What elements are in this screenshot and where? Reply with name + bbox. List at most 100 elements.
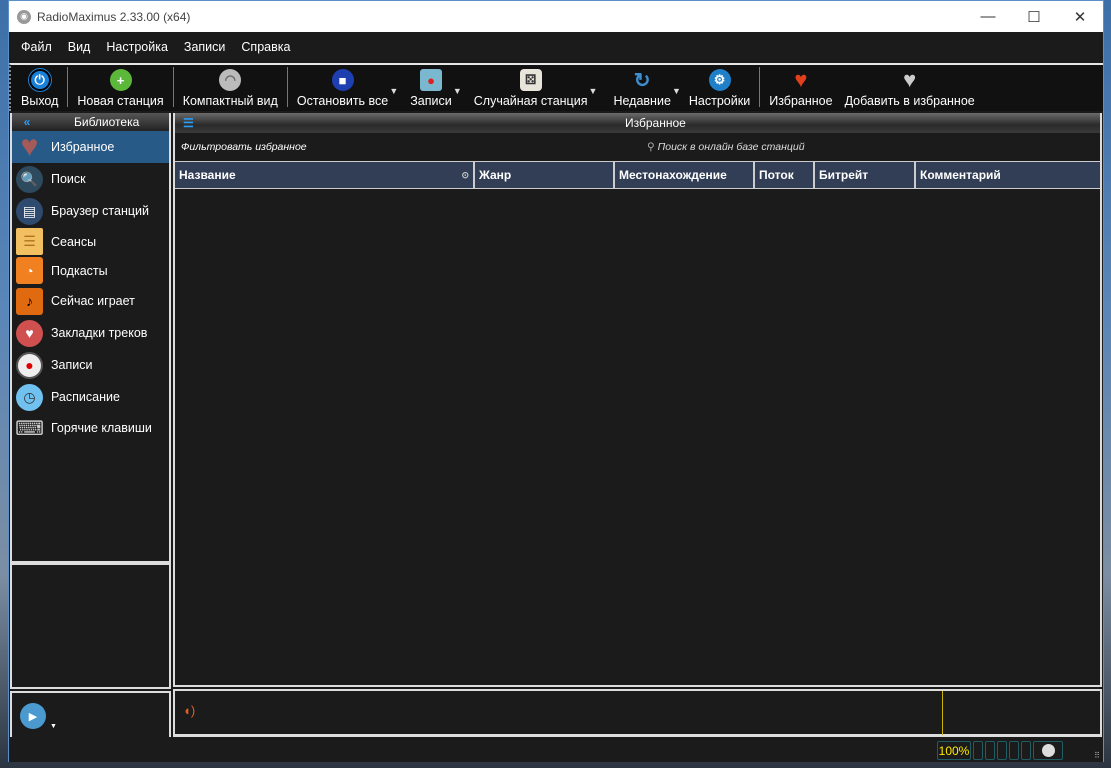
online-search-link[interactable]: ⚲ Поиск в онлайн базе станций [647,141,805,153]
volume-meter[interactable]: 100% [937,741,1063,760]
sidebar-item-schedule[interactable]: ◷ Расписание [12,381,169,413]
dropdown-arrow-icon[interactable]: ▼ [589,86,598,96]
column-label: Название [179,168,236,182]
favorites-label: Избранное [769,94,833,108]
settings-label: Настройки [688,94,751,108]
favorites-button[interactable]: ♥ Избранное [763,67,838,111]
column-header-location[interactable]: Местонахождение [615,162,755,188]
search-icon: 🔍 [16,165,43,193]
column-header-genre[interactable]: Жанр [475,162,615,188]
separator [286,67,288,107]
resize-grip-icon[interactable]: ⠿ [1094,751,1100,760]
menu-file[interactable]: Файл [13,40,60,54]
menu-help[interactable]: Справка [233,40,298,54]
new-station-button[interactable]: + Новая станция [71,69,169,111]
menu-records[interactable]: Записи [176,40,234,54]
sidebar-item-sessions[interactable]: ☰ Сеансы [12,227,169,256]
search-icon: ⚲ [647,141,655,153]
refresh-icon: ↻ [633,69,651,92]
stop-all-button[interactable]: ■ Остановить все ▼ [291,69,398,111]
compact-view-button[interactable]: ◠ Компактный вид [177,69,284,111]
compact-view-label: Компактный вид [182,94,278,108]
sidebar-item-station-browser[interactable]: ▤ Браузер станций [12,195,169,227]
equalizer-icon[interactable] [1033,741,1063,760]
menu-settings[interactable]: Настройка [98,40,176,54]
online-search-label: Поиск в онлайн базе станций [657,141,805,153]
sort-icon[interactable]: ⊙ [461,170,469,181]
sidebar-item-label: Избранное [51,140,115,154]
stop-icon: ■ [331,69,354,91]
sidebar-item-track-bookmarks[interactable]: ♥ Закладки треков [12,317,169,349]
favorites-panel: ☰ Избранное Фильтровать избранное ⚲ Поиск… [173,113,1102,687]
records-label: Записи [410,94,452,108]
volume-segment [1009,741,1019,760]
hamburger-menu-icon[interactable]: ☰ [183,116,194,130]
record-icon: ● [16,351,43,379]
column-header-comment[interactable]: Комментарий [916,162,1100,188]
dropdown-arrow-icon[interactable]: ▼ [50,723,57,730]
separator [67,67,69,107]
sidebar-item-podcasts[interactable]: ◔ Подкасты [12,256,169,285]
settings-button[interactable]: ⚙ Настройки [683,69,756,111]
dropdown-arrow-icon[interactable]: ▼ [672,86,681,96]
sidebar-item-favorites[interactable]: ♥ Избранное [12,130,169,163]
record-icon: ● [420,69,442,91]
keyboard-icon: ⌨ [15,417,44,440]
recent-button[interactable]: ↻ Недавние ▼ [607,69,680,111]
separator [759,67,761,107]
library-secondary-panel [10,563,171,689]
library-title: Библиотека [74,115,140,129]
column-header-stream[interactable]: Поток [755,162,815,188]
column-header-name[interactable]: Название ⊙ [175,162,475,188]
sidebar-item-hotkeys[interactable]: ⌨ Горячие клавиши [12,413,169,443]
sidebar-item-search[interactable]: 🔍 Поиск [12,163,169,195]
sidebar-item-label: Сейчас играет [51,294,135,308]
sidebar-item-label: Браузер станций [51,204,149,218]
sidebar-item-label: Закладки треков [51,326,148,340]
gear-icon: ⚙ [708,69,731,91]
player-panel: ▶ ▼ [10,691,171,737]
panel-title: Избранное [625,116,686,130]
plus-icon: + [109,69,132,91]
column-header-bitrate[interactable]: Битрейт [815,162,916,188]
filter-input[interactable]: Фильтровать избранное [181,141,307,153]
collapse-icon[interactable]: « [12,115,42,129]
library-panel: « Библиотека ♥ Избранное 🔍 Поиск ▤ Браузер с… [10,113,171,563]
sidebar-item-now-playing[interactable]: ♪ Сейчас играет [12,285,169,317]
heart-plus-icon: ♥ [903,67,917,92]
sidebar-item-label: Записи [51,358,93,372]
clock-icon: ◷ [16,383,43,411]
close-button[interactable]: ✕ [1057,1,1103,32]
sessions-icon: ☰ [16,228,43,255]
bookmark-heart-icon: ♥ [16,319,43,347]
dropdown-arrow-icon[interactable]: ▼ [389,86,398,96]
exit-button[interactable]: ⏻ Выход [15,69,64,111]
status-bar: 100% ⠿ [9,739,1103,762]
separator [172,67,174,107]
app-icon: ◉ [17,9,31,24]
random-station-label: Случайная станция [473,94,588,108]
minimize-button[interactable]: — [965,1,1011,32]
volume-level: 100% [937,741,971,760]
volume-segment [997,741,1007,760]
menu-bar: Файл Вид Настройка Записи Справка [9,32,1103,62]
menu-view[interactable]: Вид [60,40,99,54]
panel-header: ☰ Избранное [175,113,1100,133]
heart-icon: ♥ [20,130,39,163]
random-station-button[interactable]: ⚄ Случайная станция ▼ [468,69,597,111]
title-bar: ◉ RadioMaximus 2.33.00 (x64) — ☐ ✕ [9,1,1103,32]
sidebar-item-label: Расписание [51,390,120,404]
add-favorite-button[interactable]: ♥ Добавить в избранное [839,67,981,111]
divider [942,691,943,735]
speaker-icon[interactable]: ◖) [183,703,195,718]
dropdown-arrow-icon[interactable]: ▼ [453,86,462,96]
window-title: RadioMaximus 2.33.00 (x64) [37,9,191,24]
power-icon: ⏻ [28,69,51,91]
play-icon[interactable]: ▶ [20,703,46,729]
stop-all-label: Остановить все [296,94,389,108]
sidebar-item-records[interactable]: ● Записи [12,349,169,381]
maximize-button[interactable]: ☐ [1011,1,1057,32]
records-button[interactable]: ● Записи ▼ [404,69,462,111]
now-playing-bar: ◖) [173,689,1102,737]
dice-icon: ⚄ [519,69,542,91]
